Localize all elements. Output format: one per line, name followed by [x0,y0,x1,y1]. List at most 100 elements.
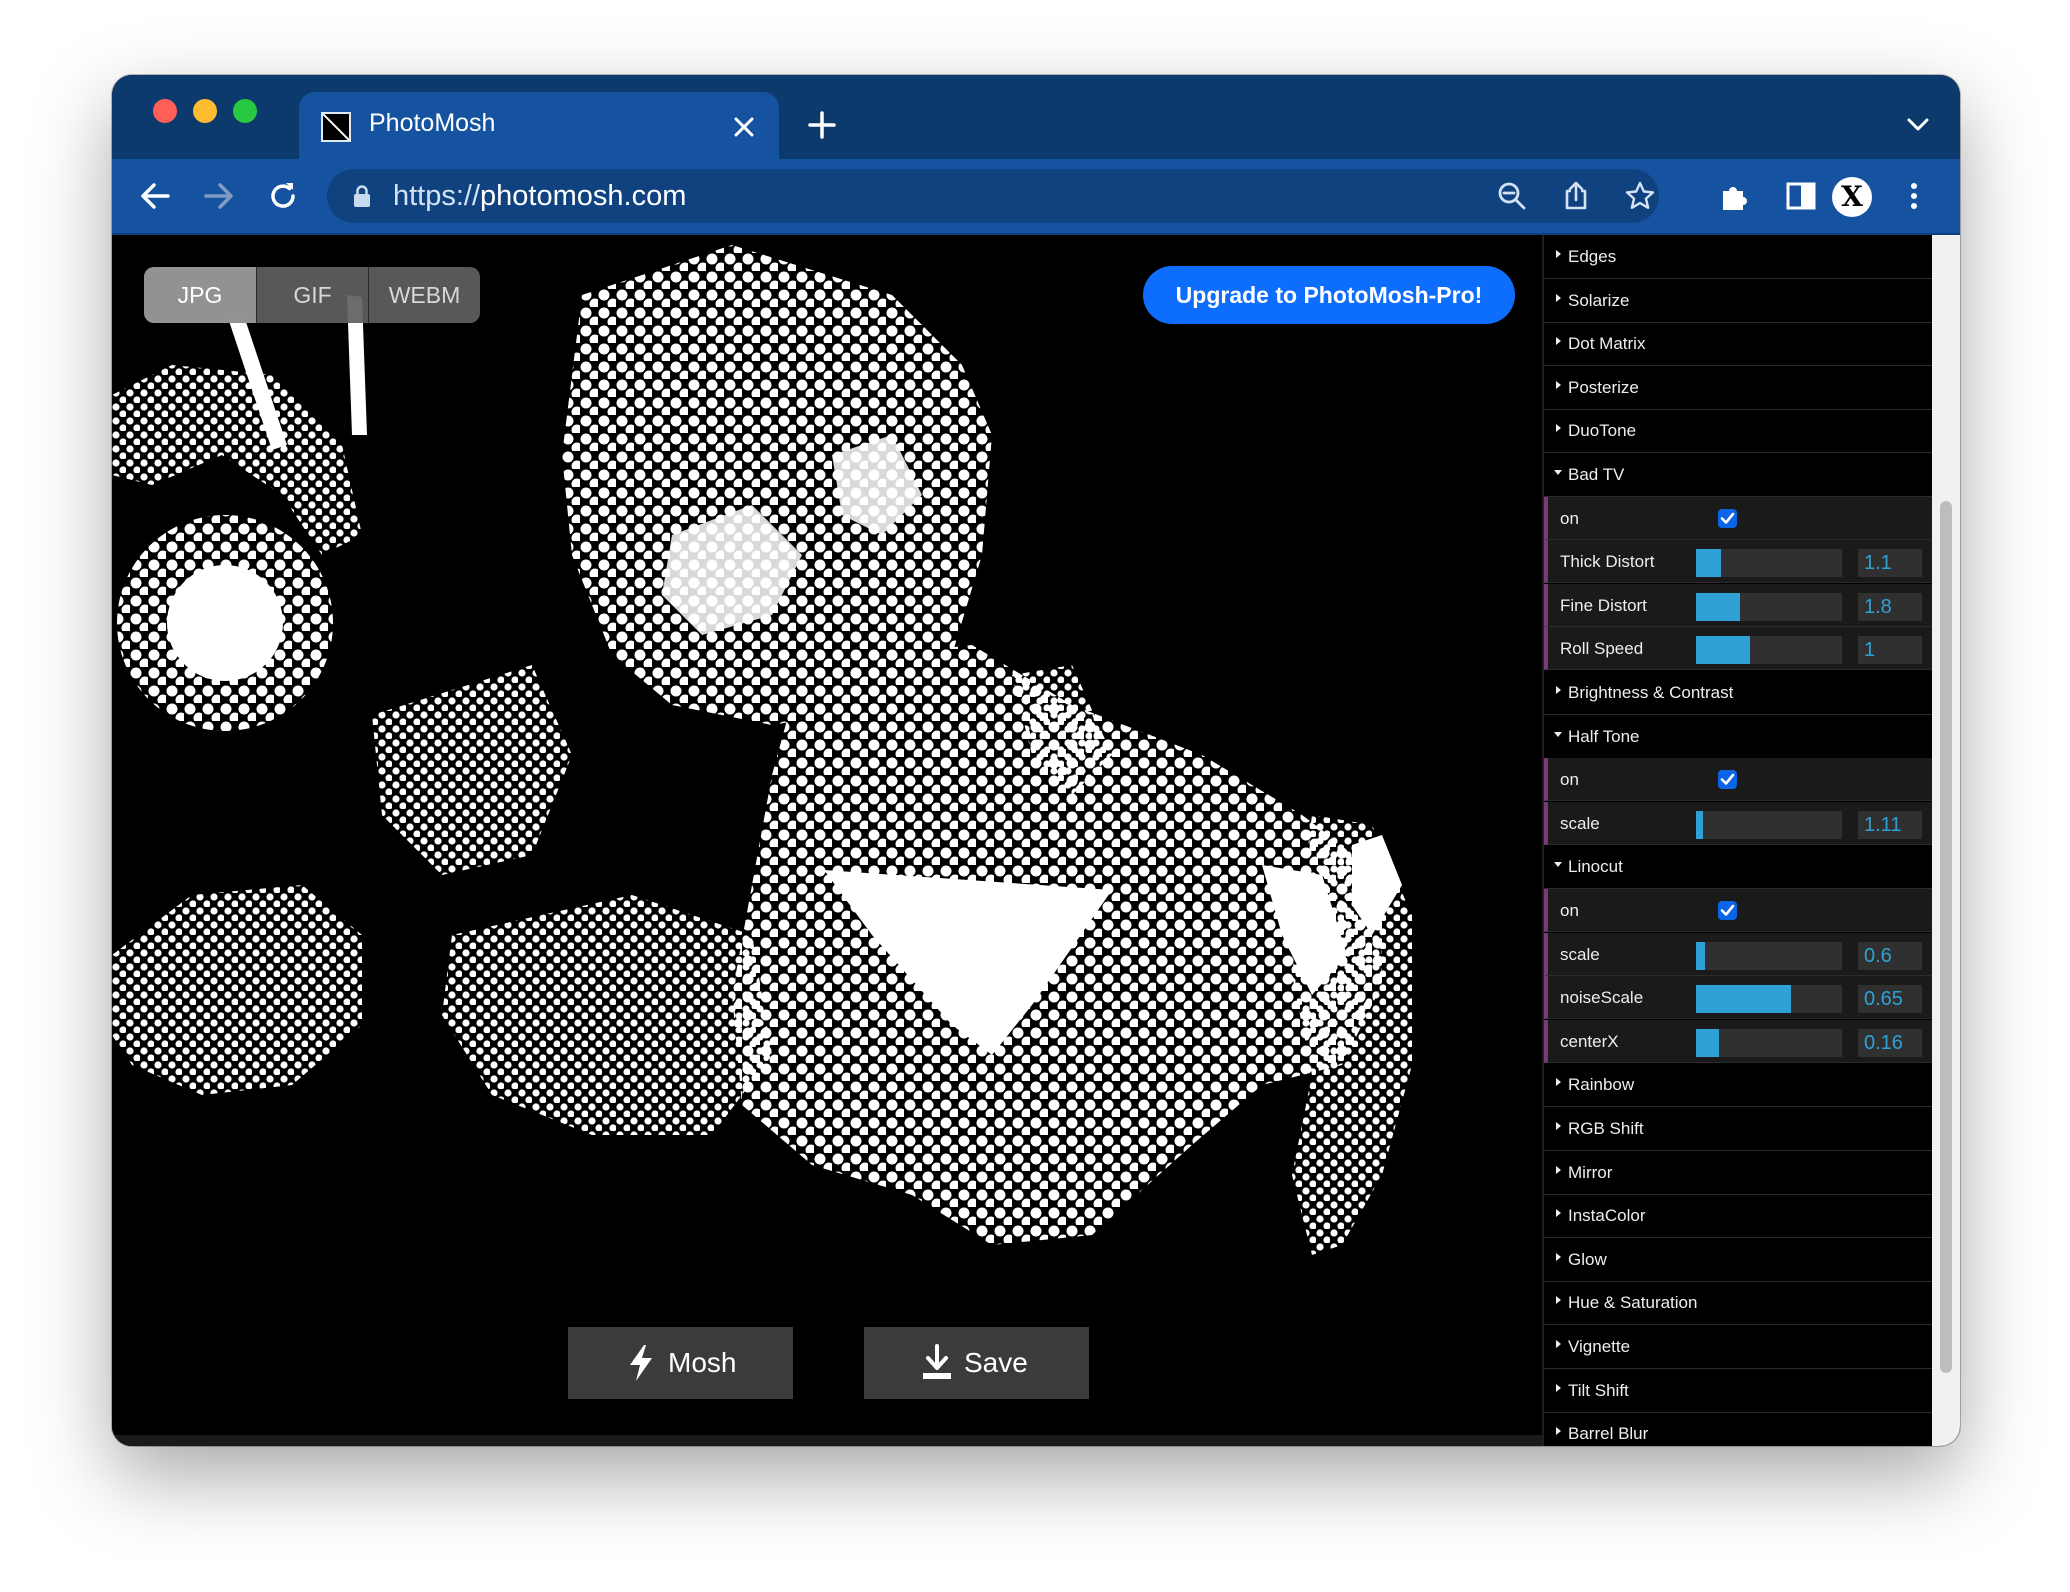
effect-folder[interactable]: Edges [1544,235,1934,279]
tab-title: PhotoMosh [369,109,496,137]
more-options-icon[interactable] [1897,179,1931,213]
control-label: scale [1560,944,1600,964]
effect-folder[interactable]: Posterize [1544,366,1934,410]
value-input[interactable]: 1.11 [1858,810,1922,839]
image-canvas[interactable]: JPG GIF WEBM Upgrade to PhotoMosh-Pro! M… [112,235,1542,1435]
forward-arrow-icon[interactable] [202,179,236,213]
effect-folder-title: Edges [1568,247,1617,266]
control-label: centerX [1560,1031,1619,1051]
value-input[interactable]: 1.8 [1858,592,1922,621]
checkmark-icon [1720,904,1735,916]
profile-avatar[interactable]: X [1832,177,1872,217]
bookmark-star-icon[interactable] [1625,181,1655,211]
caret-right-icon [1556,1427,1561,1436]
tab-photomosh[interactable]: PhotoMosh [299,92,779,159]
control-label: on [1560,770,1579,790]
caret-right-icon [1556,293,1561,302]
effect-folder[interactable]: Glow [1544,1238,1934,1282]
save-button[interactable]: Save [864,1327,1089,1399]
panel-scrollbar[interactable] [1932,235,1960,1446]
mosh-label: Mosh [668,1347,737,1378]
value-slider[interactable] [1696,1028,1842,1057]
effect-toggle-row: on [1544,496,1934,540]
format-webm-button[interactable]: WEBM [369,267,480,323]
canvas-footer [112,1435,1542,1446]
effect-folder[interactable]: Hue & Saturation [1544,1281,1934,1326]
url-text[interactable]: https://photomosh.com [393,180,686,213]
value-input[interactable]: 1.1 [1858,549,1922,578]
value-slider[interactable] [1696,810,1842,839]
effect-folder[interactable]: Tilt Shift [1544,1369,1934,1413]
effect-folder-title: Rainbow [1568,1075,1635,1095]
slider-fill [1696,636,1751,665]
value-slider[interactable] [1696,941,1842,970]
value-input[interactable]: 0.16 [1858,1028,1922,1057]
browser-window: PhotoMosh https://photomosh.com X JPG GI… [112,75,1960,1446]
url-scheme: https:// [393,180,481,212]
share-icon[interactable] [1561,181,1591,211]
halftone-image [112,245,1412,1255]
value-input[interactable]: 1 [1858,636,1922,665]
effect-folder-title: Bad TV [1568,465,1625,484]
chevron-down-icon[interactable] [1906,115,1930,135]
value-slider[interactable] [1696,636,1842,665]
effect-toggle-row: on [1544,889,1934,932]
control-label: noiseScale [1560,988,1644,1008]
close-window-button[interactable] [153,99,177,123]
caret-down-icon [1554,470,1562,475]
mosh-button[interactable]: Mosh [568,1327,793,1399]
value-input[interactable]: 0.6 [1858,941,1922,970]
control-label: scale [1560,813,1600,833]
effect-folder[interactable]: Dot Matrix [1544,322,1934,367]
caret-right-icon [1556,337,1561,346]
value-slider[interactable] [1696,592,1842,621]
effect-folder[interactable]: Barrel Blur [1544,1412,1934,1446]
enable-checkbox[interactable] [1718,901,1737,920]
zoom-window-button[interactable] [233,99,257,123]
effect-folder[interactable]: DuoTone [1544,409,1934,454]
enable-checkbox[interactable] [1718,508,1737,528]
scrollbar-thumb[interactable] [1940,501,1952,1373]
effect-folder[interactable]: Rainbow [1544,1063,1934,1108]
effect-folder-title: Vignette [1568,1337,1631,1356]
address-bar[interactable]: https://photomosh.com [327,169,1659,223]
effect-folder[interactable]: Solarize [1544,279,1934,323]
side-panel-icon[interactable] [1784,179,1818,213]
effect-folder-title: Mirror [1568,1162,1613,1182]
effect-toggle-row: on [1544,758,1934,802]
effect-folder[interactable]: RGB Shift [1544,1107,1934,1151]
effect-folder-title: Dot Matrix [1568,334,1646,354]
reload-icon[interactable] [266,179,300,213]
effect-folder[interactable]: Half Tone [1544,715,1934,759]
lock-icon[interactable] [353,184,371,208]
new-tab-icon[interactable] [807,110,837,140]
extensions-puzzle-icon[interactable] [1718,179,1752,213]
effect-folder[interactable]: InstaColor [1544,1194,1934,1239]
caret-right-icon [1556,1078,1561,1087]
effect-folder[interactable]: Bad TV [1544,453,1934,497]
effect-folder[interactable]: Vignette [1544,1325,1934,1369]
format-gif-button[interactable]: GIF [257,267,368,323]
caret-right-icon [1556,686,1561,694]
value-slider[interactable] [1696,985,1842,1014]
effect-folder-title: Solarize [1568,290,1630,310]
effect-folder[interactable]: Brightness & Contrast [1544,671,1934,715]
effect-folder[interactable]: Linocut [1544,845,1934,890]
effect-folder[interactable]: Mirror [1544,1151,1934,1195]
value-slider[interactable] [1696,549,1842,578]
lightning-bolt-icon [630,1345,652,1381]
checkmark-icon [1720,773,1735,785]
format-jpg-button[interactable]: JPG [144,267,256,323]
download-icon [923,1344,951,1379]
value-input[interactable]: 0.65 [1858,985,1922,1014]
effect-folder-title: RGB Shift [1568,1119,1644,1138]
back-arrow-icon[interactable] [138,179,172,213]
zoom-icon[interactable] [1497,181,1527,211]
minimize-window-button[interactable] [193,99,217,123]
upgrade-pro-button[interactable]: Upgrade to PhotoMosh-Pro! [1143,266,1515,324]
effect-folder-title: InstaColor [1568,1206,1646,1226]
caret-right-icon [1556,1383,1561,1392]
effect-folder-title: Barrel Blur [1568,1424,1649,1444]
close-tab-icon[interactable] [731,114,757,140]
enable-checkbox[interactable] [1718,770,1737,790]
